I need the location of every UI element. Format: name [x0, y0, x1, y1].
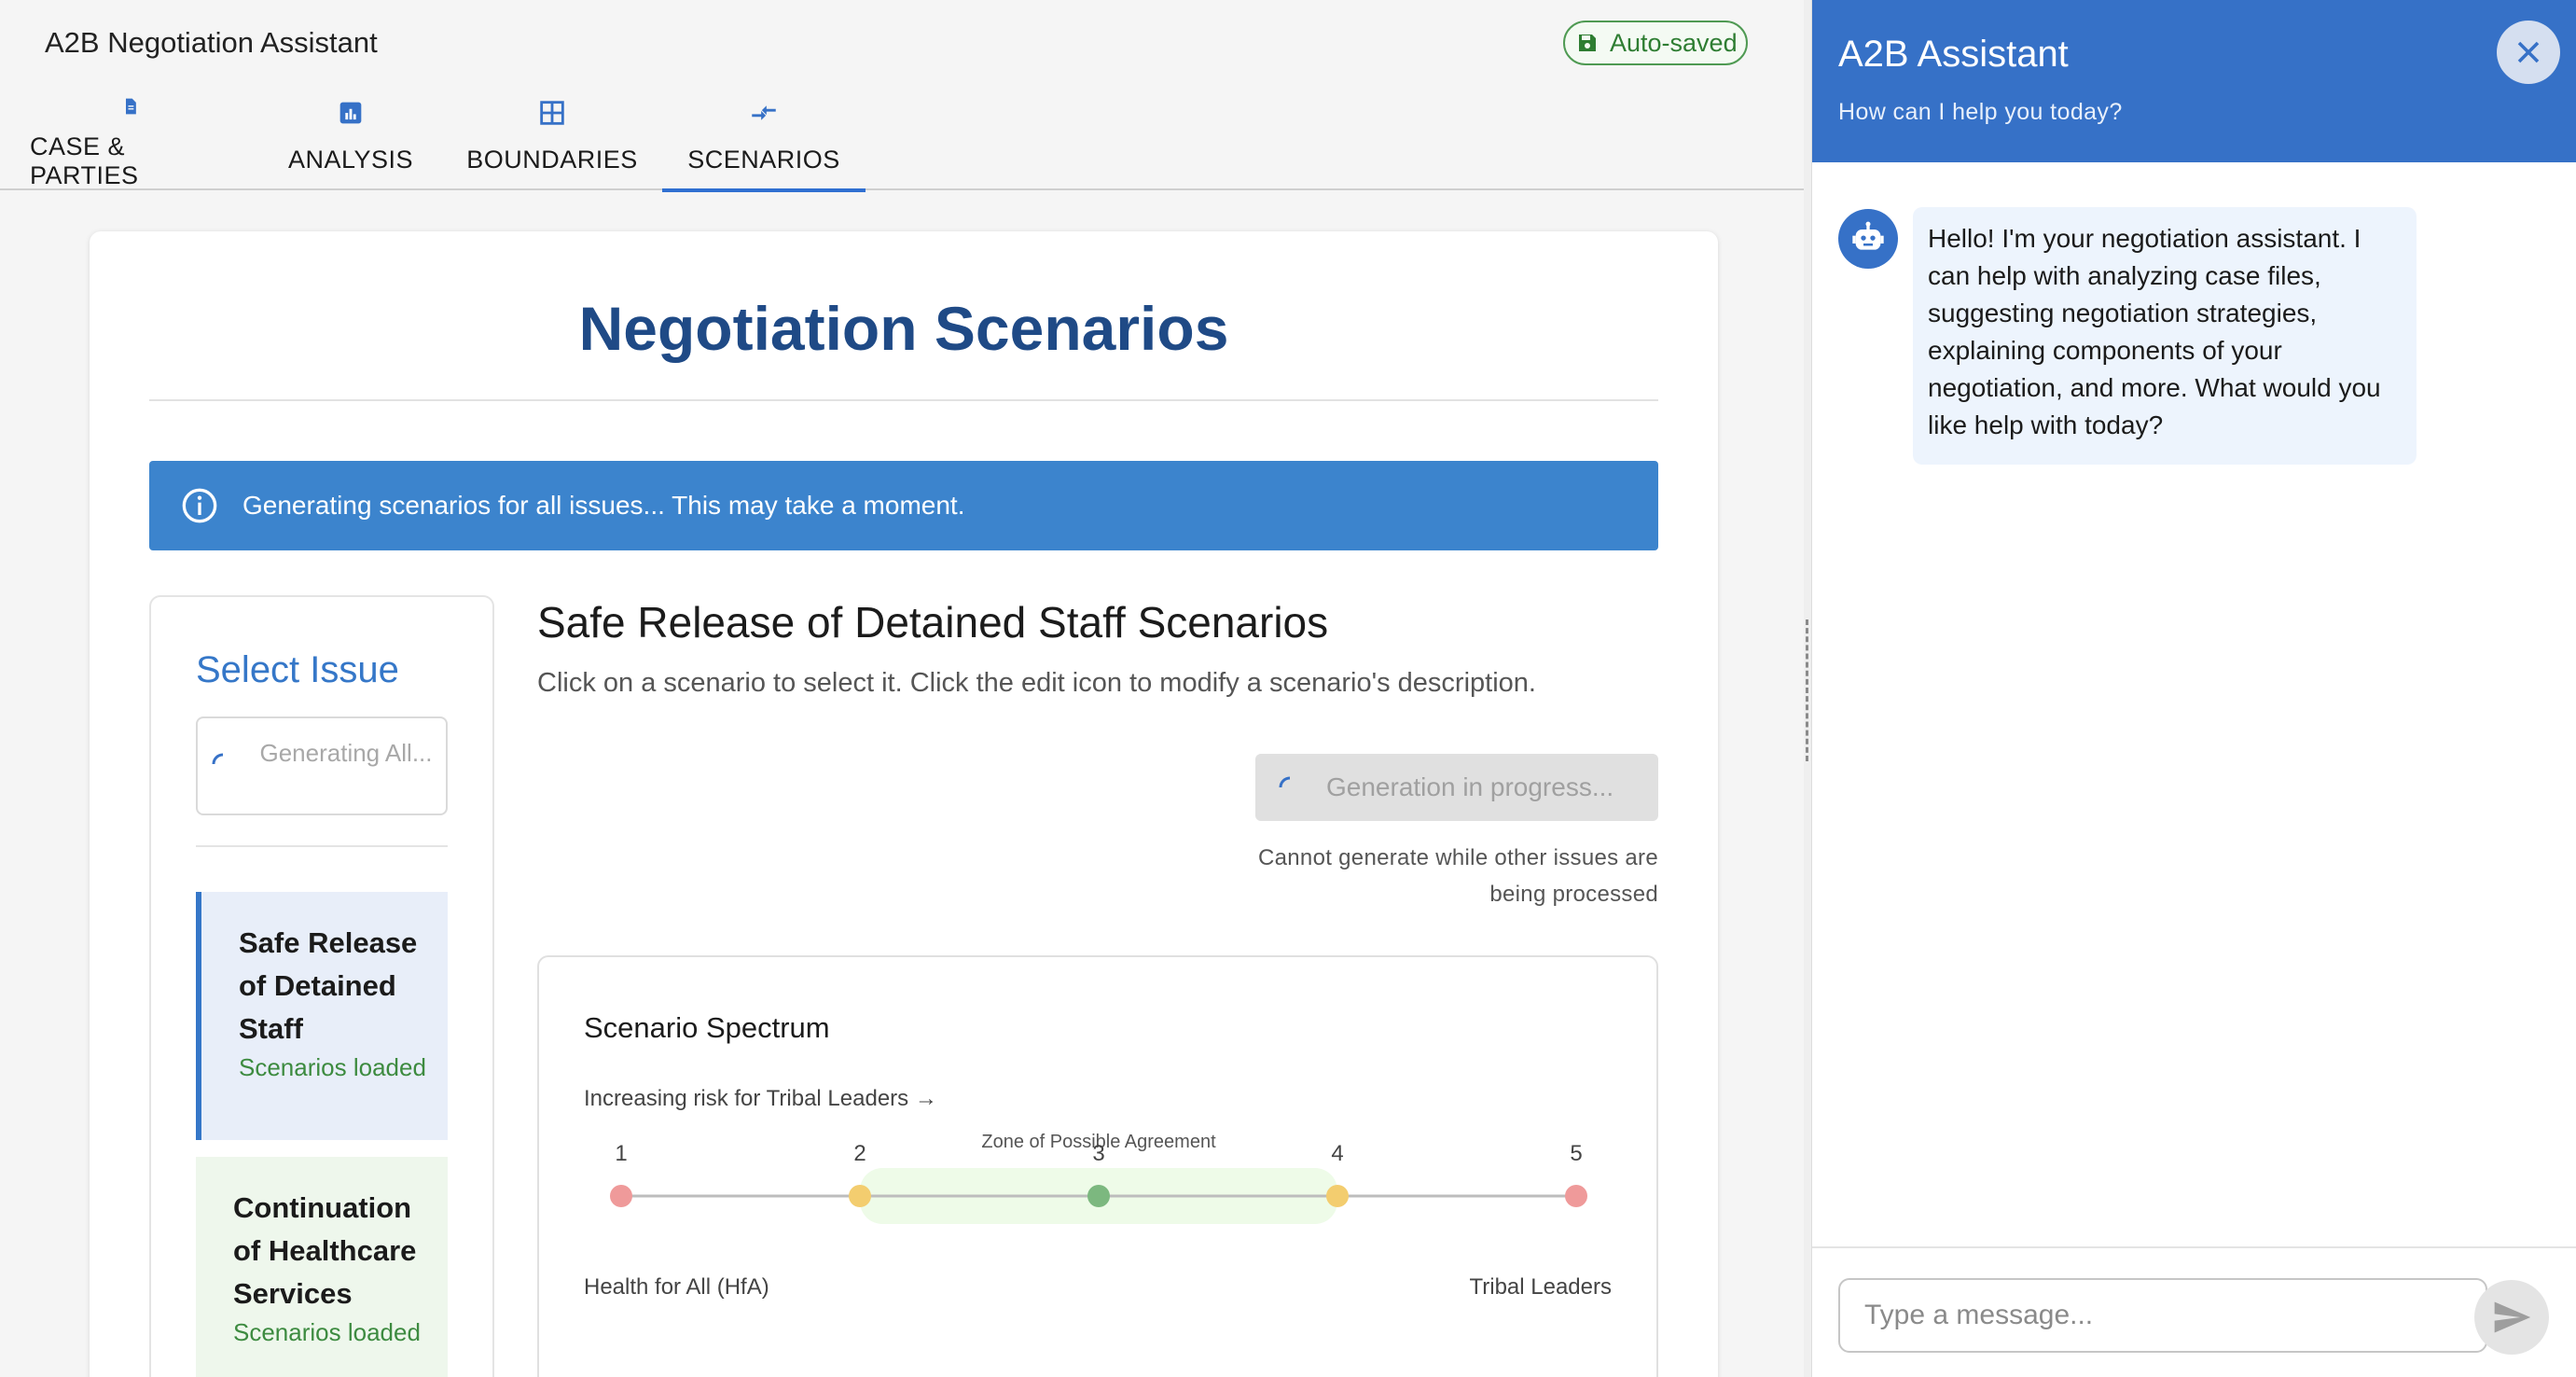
save-icon [1579, 35, 1596, 51]
scenario-number: 4 [1331, 1141, 1343, 1166]
spectrum-chart: Zone of Possible Agreement1 2 3 4 5 [610, 1132, 1587, 1224]
close-button[interactable] [2497, 21, 2560, 84]
scenario-number: 2 [853, 1141, 866, 1166]
chat-message-input[interactable] [1838, 1278, 2487, 1353]
scenario-point[interactable] [1087, 1185, 1110, 1207]
splitter-handle[interactable] [1806, 619, 1809, 761]
divider [149, 399, 1658, 401]
tab-label: ANALYSIS [287, 146, 414, 174]
send-icon [2494, 1301, 2531, 1333]
document-icon [126, 98, 136, 115]
issue-title: Safe Release of Detained Staff [239, 926, 418, 1045]
bot-avatar [1838, 209, 1898, 269]
grid-icon [540, 101, 564, 125]
generate-scenarios-button[interactable]: Generation in progress... [1255, 754, 1658, 821]
scenario-point[interactable] [1326, 1185, 1349, 1207]
scenario-number: 1 [615, 1141, 627, 1166]
scenario-spectrum: Scenario Spectrum Increasing risk for Tr… [537, 955, 1658, 1377]
tab-scenarios[interactable]: SCENARIOS [662, 90, 866, 192]
bar-chart-icon [339, 102, 362, 124]
issue-status: Scenarios loaded [233, 1318, 421, 1346]
issue-item-safe-release[interactable]: Safe Release of Detained Staff Scenarios… [196, 892, 448, 1140]
scenario-number: 3 [1092, 1141, 1104, 1166]
scenario-point[interactable] [610, 1185, 632, 1207]
generate-all-label: Generating All... [259, 739, 433, 767]
main-app: A2B Negotiation Assistant Auto-saved CAS… [0, 0, 1807, 1377]
scenarios-heading: Safe Release of Detained Staff Scenarios [537, 598, 1329, 647]
chat-subtitle: How can I help you today? [1838, 99, 2123, 125]
divider [196, 845, 448, 847]
scenarios-card: Negotiation Scenarios Generating scenari… [90, 231, 1718, 1377]
close-icon [2517, 41, 2540, 63]
info-banner-text: Generating scenarios for all issues... T… [242, 491, 965, 520]
tab-bar: CASE & PARTIES ANALYSIS BOUNDARIES SCENA… [0, 90, 1807, 192]
scenario-point[interactable] [849, 1185, 871, 1207]
tab-label: CASE & PARTIES [30, 132, 139, 189]
info-icon [182, 488, 217, 523]
left-party-label: Health for All (HfA) [584, 1274, 769, 1300]
divider [1812, 1246, 2576, 1248]
scenario-point[interactable] [1565, 1185, 1587, 1207]
spinner-icon [1279, 776, 1291, 788]
tab-label: SCENARIOS [687, 146, 840, 174]
right-party-label: Tribal Leaders [1469, 1274, 1612, 1300]
compare-arrows-icon [752, 105, 776, 120]
scenario-number: 5 [1570, 1141, 1582, 1166]
generate-all-button[interactable]: Generating All... [196, 716, 448, 815]
tab-analysis[interactable]: ANALYSIS [287, 90, 414, 190]
app-title: A2B Negotiation Assistant [45, 26, 378, 59]
tab-case-parties[interactable]: CASE & PARTIES [30, 90, 231, 190]
generation-blocked-note: Cannot generate while other issues are b… [1258, 845, 1658, 907]
issue-status: Scenarios loaded [239, 1053, 426, 1081]
info-banner: Generating scenarios for all issues... T… [149, 461, 1658, 550]
chat-header: A2B Assistant How can I help you today? [1812, 0, 2576, 162]
issue-title: Continuation of Healthcare Services [233, 1191, 417, 1310]
autosave-label: Auto-saved [1610, 28, 1738, 57]
tab-label: BOUNDARIES [466, 146, 638, 174]
issue-selector-title: Select Issue [196, 649, 399, 690]
generate-button-label: Generation in progress... [1326, 772, 1614, 801]
page-title: Negotiation Scenarios [578, 294, 1229, 363]
robot-icon [1852, 221, 1884, 250]
chat-title: A2B Assistant [1838, 34, 2069, 75]
spinner-icon [212, 753, 224, 765]
issue-selector-panel: Select Issue Generating All... Safe Rele… [149, 595, 494, 1377]
assistant-message: Hello! I'm your negotiation assistant. I… [1913, 207, 2417, 465]
tab-boundaries[interactable]: BOUNDARIES [466, 90, 637, 190]
assistant-panel: A2B Assistant How can I help you today? … [1811, 0, 2576, 1377]
send-button[interactable] [2474, 1280, 2549, 1355]
scenarios-instructions: Click on a scenario to select it. Click … [537, 668, 1536, 698]
issue-item-healthcare[interactable]: Continuation of Healthcare Services Scen… [196, 1157, 448, 1377]
autosave-badge: Auto-saved [1563, 21, 1748, 65]
